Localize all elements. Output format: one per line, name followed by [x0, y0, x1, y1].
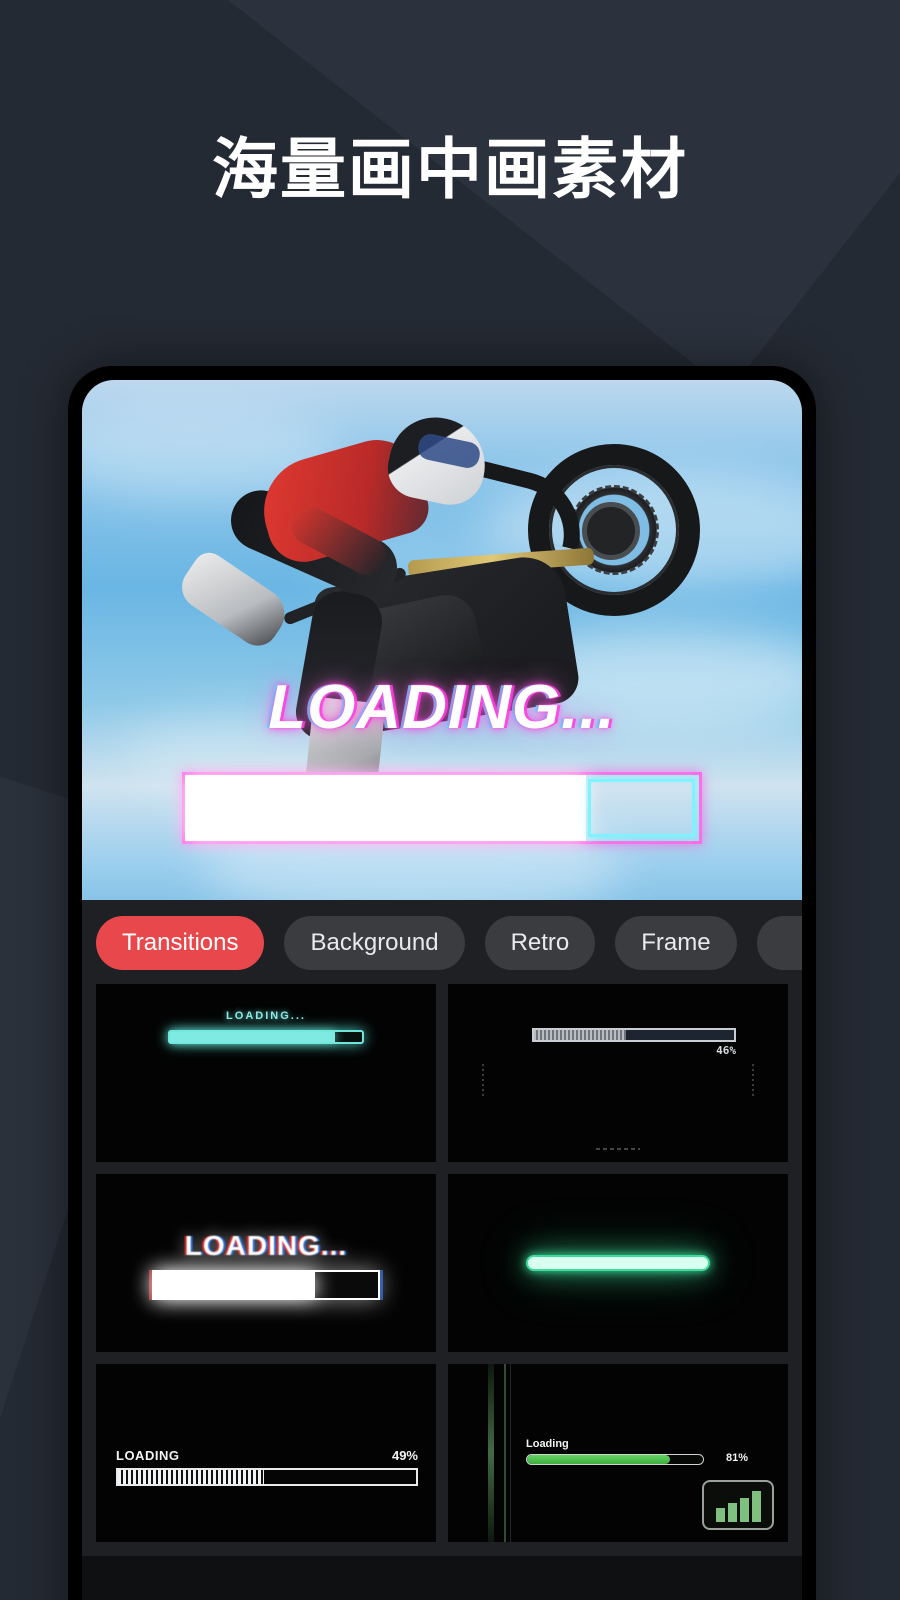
thumb6-light-stripe-2 [504, 1364, 506, 1542]
thumb4-neon-bar [526, 1255, 710, 1271]
thumb6-label: Loading [526, 1438, 569, 1450]
tab-retro[interactable]: Retro [484, 916, 596, 970]
thumb1-progress-bar [168, 1030, 364, 1044]
thumb3-progress-bar [152, 1270, 380, 1300]
page-title: 海量画中画素材 [212, 132, 688, 206]
phone-screen: LOADING... Transitions Background Retro … [82, 380, 802, 1600]
thumb6-progress-fill [527, 1455, 670, 1464]
thumb2-dotted-base [596, 1148, 640, 1150]
thumb2-dotted-rail-right [752, 1064, 754, 1098]
preview-progress-fill [185, 775, 586, 841]
preview-loading-text: LOADING... [268, 673, 616, 742]
thumb5-progress-fill [118, 1470, 265, 1484]
thumb6-progress-bar [526, 1454, 704, 1465]
preview-progress-track [587, 779, 695, 837]
thumb5-progress-bar [116, 1468, 418, 1486]
tab-transitions[interactable]: Transitions [96, 916, 265, 970]
tab-next-partial[interactable] [756, 916, 802, 970]
thumb-loading-49[interactable]: LOADING 49% [96, 1364, 436, 1542]
thumb-green-neon-bar[interactable] [448, 1174, 788, 1352]
thumb-glitch-loading[interactable]: LOADING... [96, 1174, 436, 1352]
thumb-neon-cyan-loading[interactable]: LOADING... [96, 984, 436, 1162]
preview-progress-bar [182, 772, 702, 844]
phone-mockup: LOADING... Transitions Background Retro … [68, 366, 816, 1600]
thumb6-percent-label: 81% [725, 1452, 748, 1464]
thumb2-progress-bar [532, 1028, 736, 1042]
thumb3-label: LOADING... [184, 1230, 348, 1261]
rider-boot-rear [173, 546, 295, 654]
thumb-loading-81[interactable]: Loading 81% [448, 1364, 788, 1542]
thumb6-light-stripe [488, 1364, 494, 1542]
thumb3-progress-fill [154, 1272, 316, 1298]
tab-background[interactable]: Background [284, 916, 465, 970]
thumb2-dotted-rail-left [482, 1064, 484, 1098]
thumb2-percent-label: 46% [716, 1044, 736, 1057]
thumb-retro-46[interactable]: 46% [448, 984, 788, 1162]
thumb1-progress-fill [170, 1032, 336, 1042]
sticker-grid: LOADING... 46% LOADING... LOADING 49% Lo… [82, 984, 802, 1556]
thumb5-label: LOADING [116, 1448, 180, 1463]
bar-chart-icon [702, 1480, 774, 1530]
thumb1-label: LOADING... [226, 1010, 306, 1022]
motocross-rider-image [173, 402, 700, 822]
thumb5-percent-label: 49% [391, 1448, 418, 1463]
category-tabs[interactable]: Transitions Background Retro Frame [82, 900, 802, 984]
video-preview[interactable]: LOADING... [82, 380, 802, 900]
tab-frame[interactable]: Frame [615, 916, 737, 970]
thumb2-progress-fill [534, 1030, 626, 1040]
